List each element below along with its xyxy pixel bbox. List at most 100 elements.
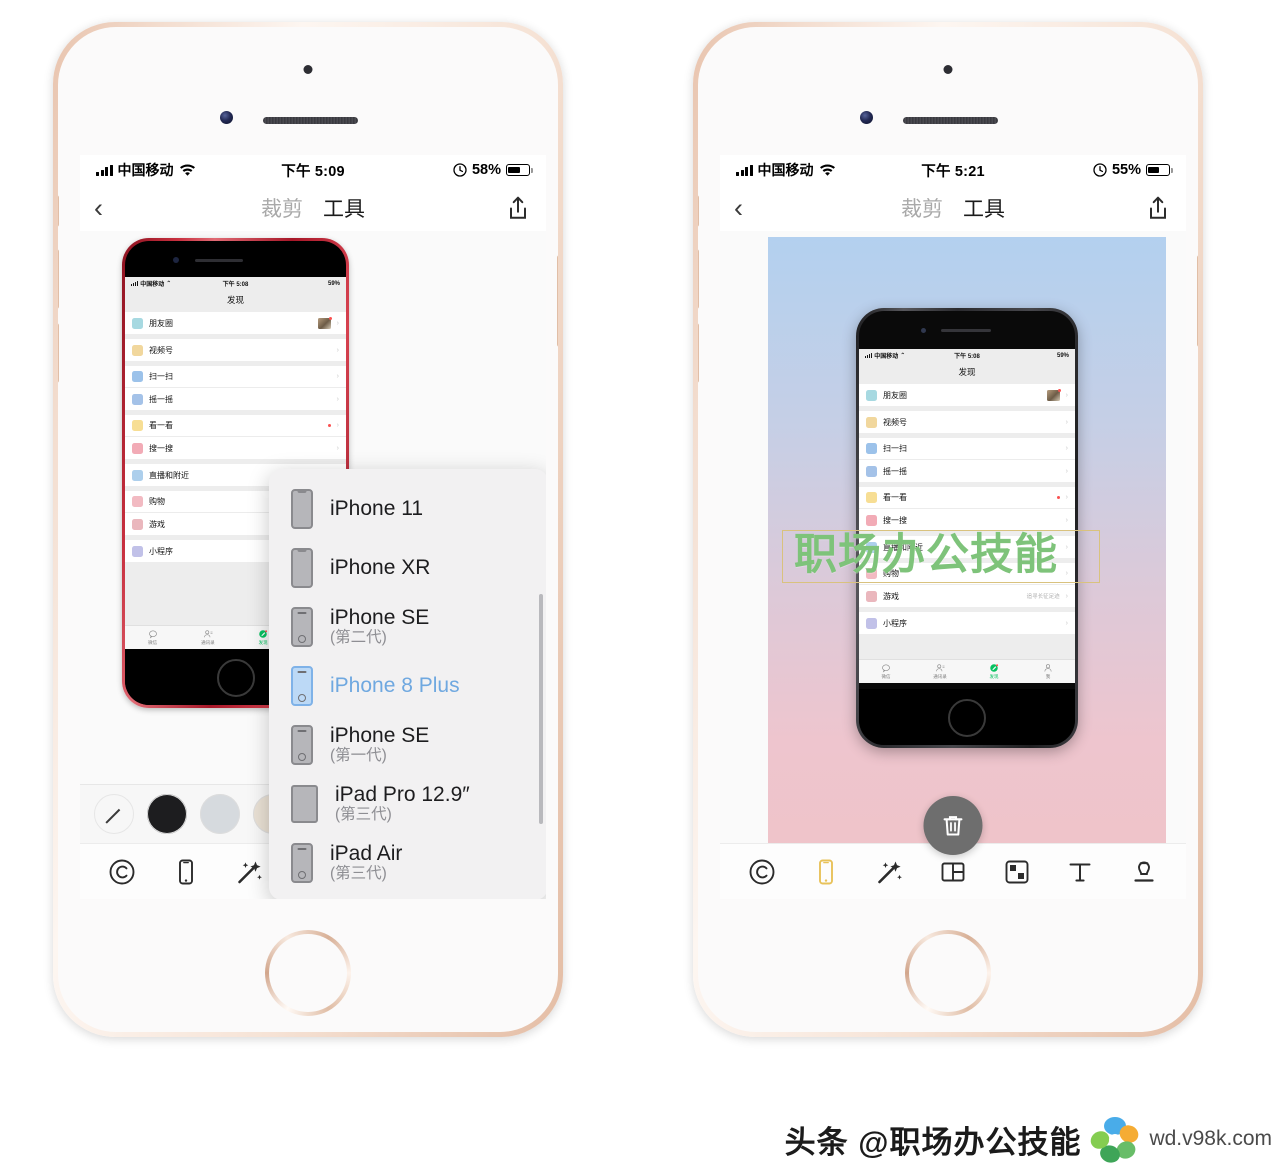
wechat-row[interactable]: 小程序 › bbox=[859, 612, 1075, 634]
wechat-row[interactable]: 朋友圈 › bbox=[859, 384, 1075, 406]
battery-percent-label: 55% bbox=[1111, 162, 1142, 178]
clock-label: 下午 5:09 bbox=[281, 163, 345, 180]
chevron-right-icon: › bbox=[336, 346, 339, 354]
tab-crop[interactable]: 裁剪 bbox=[901, 193, 943, 223]
device-option-ipad-pro-12-9[interactable]: iPad Pro 12.9″ (第三代) bbox=[269, 774, 546, 833]
status-bar-right: 中国移动 下午 5:21 55% bbox=[720, 155, 1186, 185]
volume-down-button[interactable] bbox=[58, 323, 59, 383]
checkerboard-icon[interactable] bbox=[1001, 856, 1033, 888]
trash-icon bbox=[943, 816, 963, 836]
flower-logo-icon bbox=[1088, 1112, 1142, 1166]
text-icon[interactable] bbox=[1064, 856, 1096, 888]
wechat-tab-contacts-icon[interactable]: 通讯录 bbox=[913, 663, 967, 680]
wechat-row[interactable]: 扫一扫 › bbox=[125, 366, 346, 388]
device-body: 中国移动 下午 5:09 58% ‹ 裁剪 工具 中国移动 ⌃ 下午 5:08 … bbox=[58, 27, 558, 1032]
search-icon bbox=[866, 514, 877, 526]
magic-wand-icon[interactable] bbox=[233, 856, 265, 888]
wechat-group: 小程序 › bbox=[859, 612, 1075, 634]
wechat-row[interactable]: 看一看 › bbox=[125, 415, 346, 437]
mute-switch[interactable] bbox=[698, 195, 699, 227]
device-thumbnail-icon bbox=[291, 547, 313, 588]
tab-crop[interactable]: 裁剪 bbox=[261, 193, 303, 223]
device-list[interactable]: iPhone 11 iPhone XR iPhone SE (第二代) iPhone 8… bbox=[269, 469, 546, 899]
device-option-ipad-air[interactable]: iPad Air (第三代) bbox=[269, 833, 546, 892]
device-option-text: iPhone 11 bbox=[330, 497, 423, 521]
device-option-iphone-8-plus[interactable]: iPhone 8 Plus bbox=[269, 656, 546, 715]
wechat-row[interactable]: 视频号 › bbox=[125, 339, 346, 361]
wechat-row-label: 视频号 bbox=[883, 417, 907, 427]
layout-icon[interactable] bbox=[937, 856, 969, 888]
wechat-row[interactable]: 游戏 追寻长征足迹 › bbox=[859, 585, 1075, 607]
contacts-icon bbox=[936, 664, 945, 672]
wechat-tab-discover-icon[interactable]: 发现 bbox=[967, 663, 1021, 680]
watermark-text[interactable]: 职场办公技能 bbox=[794, 527, 1058, 584]
status-bar-left: 中国移动 下午 5:09 58% bbox=[80, 155, 546, 185]
moments-thumbnail[interactable] bbox=[1046, 388, 1061, 401]
wechat-row[interactable]: 看一看 › bbox=[859, 487, 1075, 509]
moments-thumbnail[interactable] bbox=[317, 316, 332, 329]
wechat-row[interactable]: 摇一摇 › bbox=[859, 460, 1075, 482]
color-swatch-none[interactable] bbox=[94, 794, 134, 834]
wechat-tab-chat-icon[interactable]: 微信 bbox=[859, 663, 913, 680]
home-button[interactable] bbox=[265, 930, 351, 1016]
scan-icon bbox=[866, 443, 877, 454]
power-button[interactable] bbox=[557, 255, 558, 347]
wechat-row[interactable]: 扫一扫 › bbox=[859, 438, 1075, 460]
device-body: 中国移动 下午 5:21 55% ‹ 裁剪 工具 中国移动 ⌃ 下午 5:08 … bbox=[698, 27, 1198, 1032]
wechat-row[interactable]: 朋友圈 › bbox=[125, 312, 346, 334]
device-selector-popover[interactable]: iPhone 11 iPhone XR iPhone SE (第二代) iPhone 8… bbox=[269, 469, 546, 899]
discover-icon bbox=[259, 630, 268, 638]
color-swatch-black[interactable] bbox=[147, 794, 187, 834]
tab-tools[interactable]: 工具 bbox=[323, 193, 365, 223]
channels-icon bbox=[132, 344, 143, 356]
device-thumbnail-icon bbox=[291, 488, 313, 529]
device-option-iphone-11[interactable]: iPhone 11 bbox=[269, 479, 546, 538]
wechat-row[interactable]: 摇一摇 › bbox=[125, 388, 346, 410]
device-option-iphone-se[interactable]: iPhone SE (第二代) bbox=[269, 597, 546, 656]
delete-button[interactable] bbox=[923, 796, 983, 855]
wechat-row[interactable]: 搜一搜 › bbox=[125, 437, 346, 459]
volume-down-button[interactable] bbox=[698, 323, 699, 383]
moments-icon bbox=[866, 389, 877, 401]
device-option-subtitle: (第三代) bbox=[330, 865, 387, 883]
phone-screen-left: 中国移动 下午 5:09 58% ‹ 裁剪 工具 中国移动 ⌃ 下午 5:08 … bbox=[80, 155, 546, 899]
miniprogram-icon bbox=[866, 617, 877, 629]
phone-icon[interactable] bbox=[170, 856, 202, 888]
iphone-device-left: 中国移动 下午 5:09 58% ‹ 裁剪 工具 中国移动 ⌃ 下午 5:08 … bbox=[53, 22, 563, 1037]
editor-canvas-right[interactable]: 中国移动 ⌃ 下午 5:08 59% 发现 朋友圈 › 视频号 › 扫一扫 › 摇一摇 › 看一… bbox=[720, 231, 1186, 899]
wechat-row[interactable]: 视频号 › bbox=[859, 411, 1075, 433]
device-option-subtitle: (第二代) bbox=[330, 629, 387, 647]
device-thumbnail-icon bbox=[291, 724, 313, 765]
device-option-iphone-se[interactable]: iPhone SE (第一代) bbox=[269, 715, 546, 774]
popover-scrollbar[interactable] bbox=[539, 594, 543, 824]
nav-tabs: 裁剪 工具 bbox=[720, 193, 1186, 223]
battery-percent-label: 58% bbox=[471, 162, 502, 178]
framed-photo[interactable]: 中国移动 ⌃ 下午 5:08 59% 发现 朋友圈 › 视频号 › 扫一扫 › 摇一摇 › 看一… bbox=[768, 237, 1166, 852]
copyright-icon[interactable] bbox=[746, 856, 778, 888]
search-icon bbox=[132, 442, 143, 454]
volume-up-button[interactable] bbox=[698, 249, 699, 309]
phone-icon[interactable] bbox=[810, 856, 842, 888]
editor-canvas-left[interactable]: 中国移动 ⌃ 下午 5:08 59% 发现 朋友圈 › 视频号 › 扫一扫 › 摇一摇 › 看一… bbox=[80, 231, 546, 899]
wechat-group: 扫一扫 › 摇一摇 › bbox=[125, 366, 346, 410]
device-thumbnail-icon bbox=[291, 665, 313, 706]
wechat-row-label: 小程序 bbox=[883, 618, 907, 628]
home-button[interactable] bbox=[905, 930, 991, 1016]
wechat-row-label: 看一看 bbox=[149, 421, 173, 430]
wechat-tab-chat-icon[interactable]: 微信 bbox=[125, 629, 180, 646]
magic-wand-icon[interactable] bbox=[873, 856, 905, 888]
wechat-group: 看一看 › 搜一搜 › bbox=[859, 487, 1075, 531]
power-button[interactable] bbox=[1197, 255, 1198, 347]
wechat-group: 朋友圈 › bbox=[859, 384, 1075, 406]
volume-up-button[interactable] bbox=[58, 249, 59, 309]
device-option-name: iPhone XR bbox=[330, 555, 431, 579]
wechat-tab-me-icon[interactable]: 我 bbox=[1021, 663, 1075, 680]
wechat-tab-contacts-icon[interactable]: 通讯录 bbox=[180, 629, 235, 646]
device-option-iphone-xr[interactable]: iPhone XR bbox=[269, 538, 546, 597]
tab-tools[interactable]: 工具 bbox=[963, 193, 1005, 223]
copyright-icon[interactable] bbox=[106, 856, 138, 888]
mute-switch[interactable] bbox=[58, 195, 59, 227]
stamp-icon[interactable] bbox=[1128, 856, 1160, 888]
chevron-right-icon: › bbox=[336, 444, 339, 452]
color-swatch-silver[interactable] bbox=[200, 794, 240, 834]
